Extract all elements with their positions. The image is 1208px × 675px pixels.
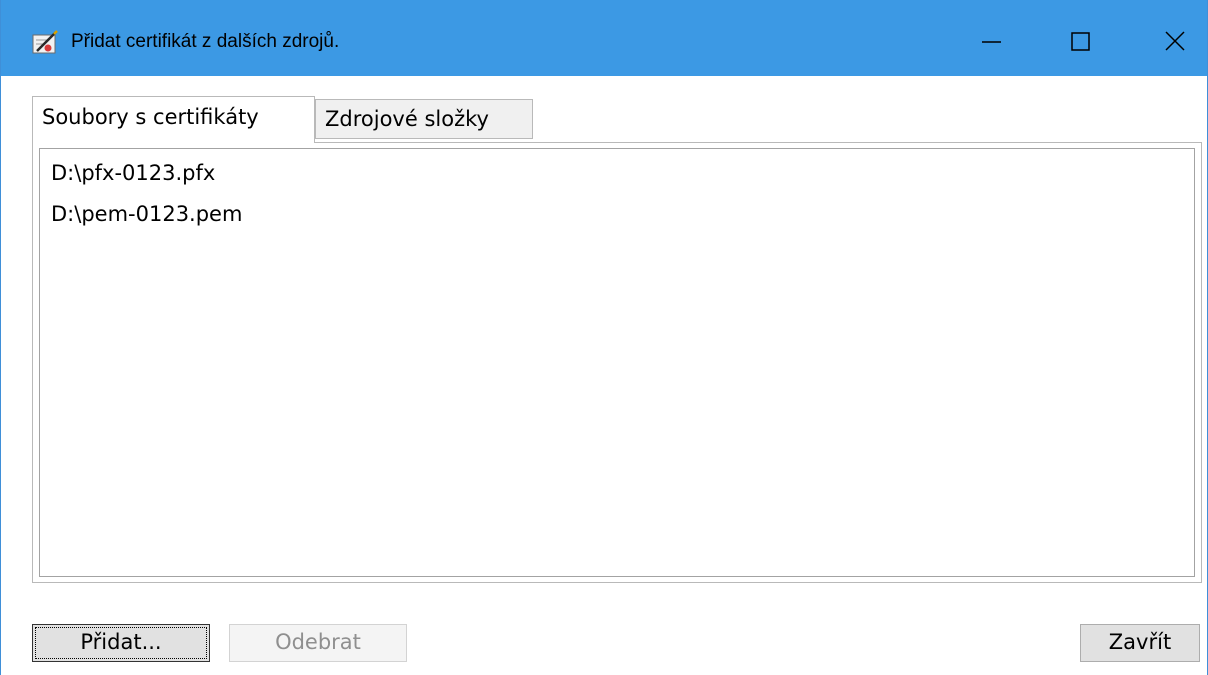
tab-panel: D:\pfx-0123.pfx D:\pem-0123.pem bbox=[32, 142, 1202, 583]
window-title: Přidat certifikát z dalších zdrojů. bbox=[71, 31, 340, 52]
focus-ring bbox=[35, 627, 207, 659]
list-item[interactable]: D:\pfx-0123.pfx bbox=[51, 161, 215, 185]
tab-source-folders[interactable]: Zdrojové složky bbox=[315, 99, 533, 139]
remove-button-label: Odebrat bbox=[275, 630, 361, 654]
add-button[interactable]: Přidat... bbox=[32, 624, 210, 662]
close-button-label: Zavřít bbox=[1108, 630, 1172, 654]
tab-certificate-files[interactable]: Soubory s certifikáty bbox=[32, 96, 315, 143]
dialog-window: Přidat certifikát z dalších zdrojů. Soub… bbox=[0, 0, 1208, 675]
minimize-button[interactable] bbox=[946, 0, 1041, 76]
remove-button[interactable]: Odebrat bbox=[229, 624, 407, 662]
list-item[interactable]: D:\pem-0123.pem bbox=[51, 202, 242, 226]
title-bar[interactable]: Přidat certifikát z dalších zdrojů. bbox=[1, 0, 1207, 76]
close-button[interactable]: Zavřít bbox=[1080, 624, 1200, 662]
certificate-pen-icon bbox=[32, 30, 58, 56]
certificate-file-list[interactable]: D:\pfx-0123.pfx D:\pem-0123.pem bbox=[39, 148, 1195, 577]
close-window-button[interactable] bbox=[1121, 0, 1208, 76]
